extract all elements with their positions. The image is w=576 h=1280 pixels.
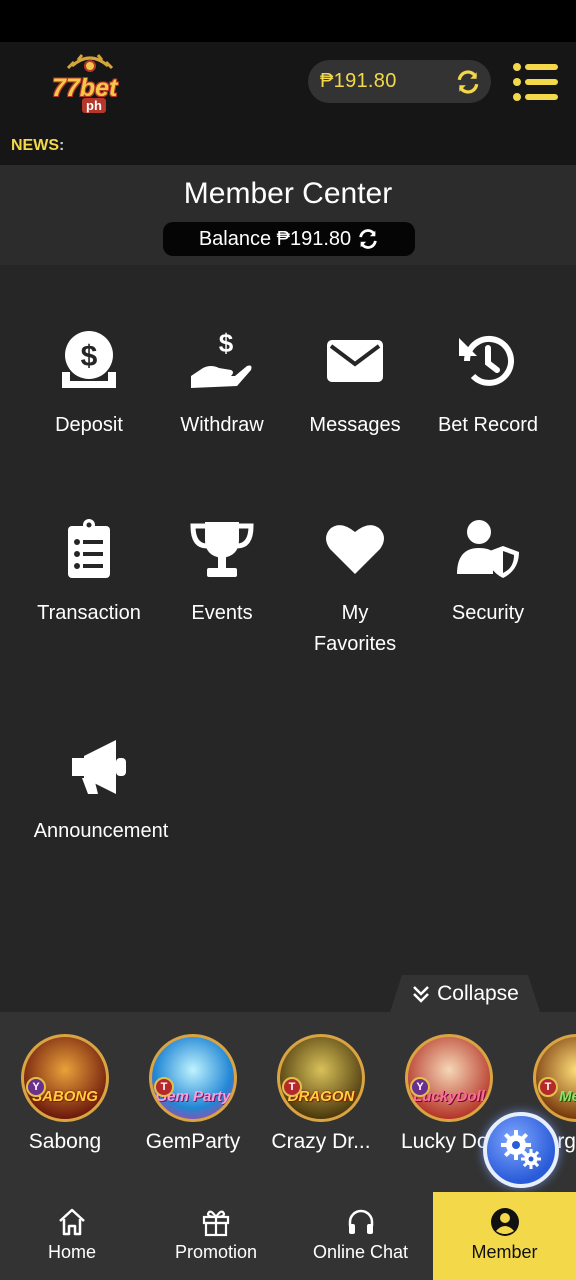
news-label: NEWS: [11,137,64,155]
user-shield-icon [457,520,519,578]
trophy-icon [190,522,254,577]
megaphone-icon [72,740,126,794]
menu-announcement[interactable]: Announcement [33,734,169,847]
game-name: GemParty [145,1130,241,1153]
tab-online-chat[interactable]: Online Chat [288,1192,433,1280]
provider-badge: T [282,1077,302,1097]
chevron-double-down-icon [413,985,430,1003]
menu-my-favorites-label-line1: My [341,602,369,624]
menu-messages[interactable]: Messages [287,328,423,441]
game-thumbnail: Me K T [533,1034,576,1122]
game-item-sabong[interactable]: SABONG Y Sabong [3,1034,127,1154]
headset-icon [348,1209,373,1234]
menu-deposit[interactable]: $ Deposit [21,328,157,441]
refresh-icon[interactable] [357,228,379,250]
member-balance-text: Balance ₱191.80 [198,227,352,250]
menu-announcement-label: Announcement [33,820,169,842]
logo-subtext: ph [82,98,106,113]
svg-text:$: $ [81,340,98,373]
game-thumbnail: SABONG Y [21,1034,109,1122]
menu-events-label: Events [191,602,253,624]
tab-member-label: Member [471,1242,538,1262]
tab-home-label: Home [47,1242,96,1262]
member-center-header: Member Center Balance ₱191.80 [0,165,576,265]
provider-badge: Y [410,1077,430,1097]
provider-badge: T [538,1077,558,1097]
menu-transaction[interactable]: Transaction [21,516,157,629]
tab-promotion-label: Promotion [174,1242,258,1262]
game-item-crazy-dragon[interactable]: DRAGON T Crazy Dr... [259,1034,383,1154]
user-circle-icon [490,1208,519,1236]
collapse-button[interactable]: Collapse [390,975,540,1012]
game-thumbnail: DRAGON T [277,1034,365,1122]
game-thumbnail: Gem Party T [149,1034,237,1122]
gears-icon [501,1130,541,1169]
status-bar [0,0,576,42]
menu-security[interactable]: Security [420,516,556,629]
gift-icon [202,1210,230,1237]
header-balance-amount: ₱191.80 [320,70,397,92]
game-thumbnail: LuckyDoll Y [405,1034,493,1122]
menu-events[interactable]: Events [154,516,290,629]
menu-transaction-label: Transaction [37,602,141,624]
provider-badge: T [154,1077,174,1097]
menu-withdraw[interactable]: $ Withdraw [154,328,290,441]
menu-my-favorites-label-line2: Favorites [313,633,397,655]
tab-online-chat-label: Online Chat [312,1242,409,1262]
menu-my-favorites[interactable]: My Favorites [287,516,423,660]
page-title: Member Center [183,177,393,210]
header-balance: ₱191.80 [308,60,491,103]
money-bag-icon: $ [62,331,116,388]
clipboard-list-icon [68,519,110,578]
tab-member[interactable]: Member [433,1192,576,1280]
tab-home[interactable]: Home [0,1192,144,1280]
provider-badge: Y [26,1077,46,1097]
history-icon [459,335,514,386]
menu-my-favorites-label: My Favorites [287,598,423,660]
refresh-icon[interactable] [455,69,481,95]
bottom-tab-bar: Home Promotion Online Chat Member [0,1192,576,1280]
game-item-gemparty[interactable]: Gem Party T GemParty [131,1034,255,1154]
tab-promotion[interactable]: Promotion [144,1192,288,1280]
news-label-text: NEWS [11,137,59,154]
collapse-label: Collapse [437,981,519,1005]
game-name: Sabong [28,1130,102,1153]
member-center-page: 77bet ph ₱191.80 NEWS: Member Center Bal… [0,0,576,1280]
menu-security-label: Security [451,602,525,624]
logo[interactable]: 77bet ph [50,52,130,113]
menu-list-icon[interactable] [512,62,558,102]
menu-deposit-label: Deposit [55,414,123,436]
floating-settings-button[interactable] [483,1112,559,1188]
envelope-icon [327,340,383,382]
news-label-colon: : [59,137,65,154]
svg-text:$: $ [219,328,234,358]
home-icon [59,1208,85,1236]
game-name: Crazy Dr... [271,1130,371,1153]
hand-dollar-icon: $ [191,328,252,388]
menu-bet-record[interactable]: Bet Record [420,328,556,441]
news-bar: NEWS: [0,132,576,165]
menu-messages-label: Messages [309,414,401,436]
menu-bet-record-label: Bet Record [437,414,539,436]
menu-withdraw-label: Withdraw [180,414,264,436]
member-balance-bar: Balance ₱191.80 [163,222,415,256]
heart-icon [326,525,384,574]
top-bar: 77bet ph ₱191.80 [0,42,576,132]
